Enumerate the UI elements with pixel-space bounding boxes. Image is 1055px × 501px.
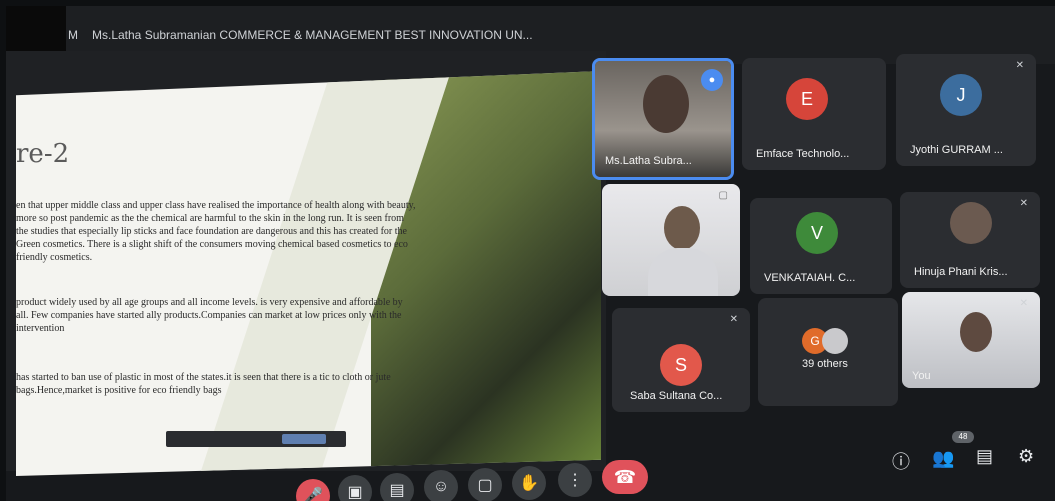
slide-paragraph: has started to ban use of plastic in mos…: [16, 372, 391, 396]
meeting-title: Ms.Latha Subramanian COMMERCE & MANAGEME…: [92, 28, 533, 42]
emoji-button[interactable]: ☺: [424, 470, 458, 501]
pin-icon[interactable]: ▢: [719, 190, 728, 201]
raise-hand-button[interactable]: ✋: [512, 466, 546, 500]
participant-name: VENKATAIAH. C...: [764, 272, 856, 284]
more-options-button[interactable]: ⋮: [558, 463, 592, 497]
mic-off-icon: ✕: [729, 314, 738, 325]
participant-name: Ms.Latha Subra...: [605, 155, 692, 167]
camera-button[interactable]: ▣: [338, 475, 372, 501]
participant-name: You: [912, 370, 931, 382]
participant-tile-latha[interactable]: ● Ms.Latha Subra...: [592, 58, 734, 180]
mic-off-icon: ✕: [1015, 60, 1024, 71]
participant-tile-venkataiah[interactable]: V VENKATAIAH. C...: [750, 198, 892, 294]
slide-paragraph: en that upper middle class and upper cla…: [16, 200, 416, 263]
participant-name: Hinuja Phani Kris...: [914, 266, 1008, 278]
mic-button[interactable]: 🎤: [296, 479, 330, 501]
participant-tile-others[interactable]: G 39 others: [758, 298, 898, 406]
presenting-bar: [166, 431, 346, 447]
slide-paragraph: product widely used by all age groups an…: [16, 297, 403, 334]
participant-tile-saba[interactable]: ✕ S Saba Sultana Co...: [612, 308, 750, 412]
avatar-photo: [822, 328, 848, 354]
chat-icon[interactable]: ▤: [976, 446, 993, 467]
avatar: E: [786, 78, 828, 120]
mic-off-icon: ✕: [1019, 198, 1028, 209]
participant-face: [664, 206, 700, 250]
captions-button[interactable]: ▤: [380, 473, 414, 501]
participant-tile-hinuja[interactable]: ✕ Hinuja Phani Kris...: [900, 192, 1040, 288]
participant-body: [648, 248, 718, 296]
avatar: J: [940, 74, 982, 116]
avatar-photo: [950, 202, 992, 244]
people-icon[interactable]: 👥: [932, 448, 954, 469]
participant-tile-jyothi[interactable]: ✕ J Jyothi GURRAM ...: [896, 54, 1036, 166]
activities-icon[interactable]: ⚙: [1018, 446, 1034, 467]
mic-off-icon: ✕: [1019, 298, 1028, 309]
participant-name: Saba Sultana Co...: [630, 390, 723, 402]
avatar: S: [660, 344, 702, 386]
present-button[interactable]: ▢: [468, 468, 502, 501]
slide-heading: re-2: [16, 139, 70, 169]
shared-slide: re-2 en that upper middle class and uppe…: [16, 71, 601, 476]
people-count-badge: 48: [952, 431, 974, 443]
info-icon[interactable]: ⓘ: [892, 448, 910, 474]
meeting-window: M Ms.Latha Subramanian COMMERCE & MANAGE…: [6, 6, 1055, 501]
participant-tile-emface[interactable]: E Emface Technolo...: [742, 58, 886, 170]
speaking-icon: ●: [701, 69, 723, 91]
presentation-area: re-2 en that upper middle class and uppe…: [6, 51, 606, 476]
participant-name: Jyothi GURRAM ...: [910, 144, 1003, 156]
participant-name: Emface Technolo...: [756, 148, 850, 160]
participant-tile-you[interactable]: ✕ You: [902, 292, 1040, 388]
avatar: V: [796, 212, 838, 254]
participant-face: [643, 75, 689, 133]
end-call-button[interactable]: ☎: [602, 460, 648, 494]
stop-sharing-button[interactable]: [282, 434, 326, 444]
participant-face: [960, 312, 992, 352]
meeting-title-prefix: M: [68, 28, 78, 42]
participant-tile-video[interactable]: ▢: [602, 184, 740, 296]
participant-name: 39 others: [802, 358, 848, 370]
